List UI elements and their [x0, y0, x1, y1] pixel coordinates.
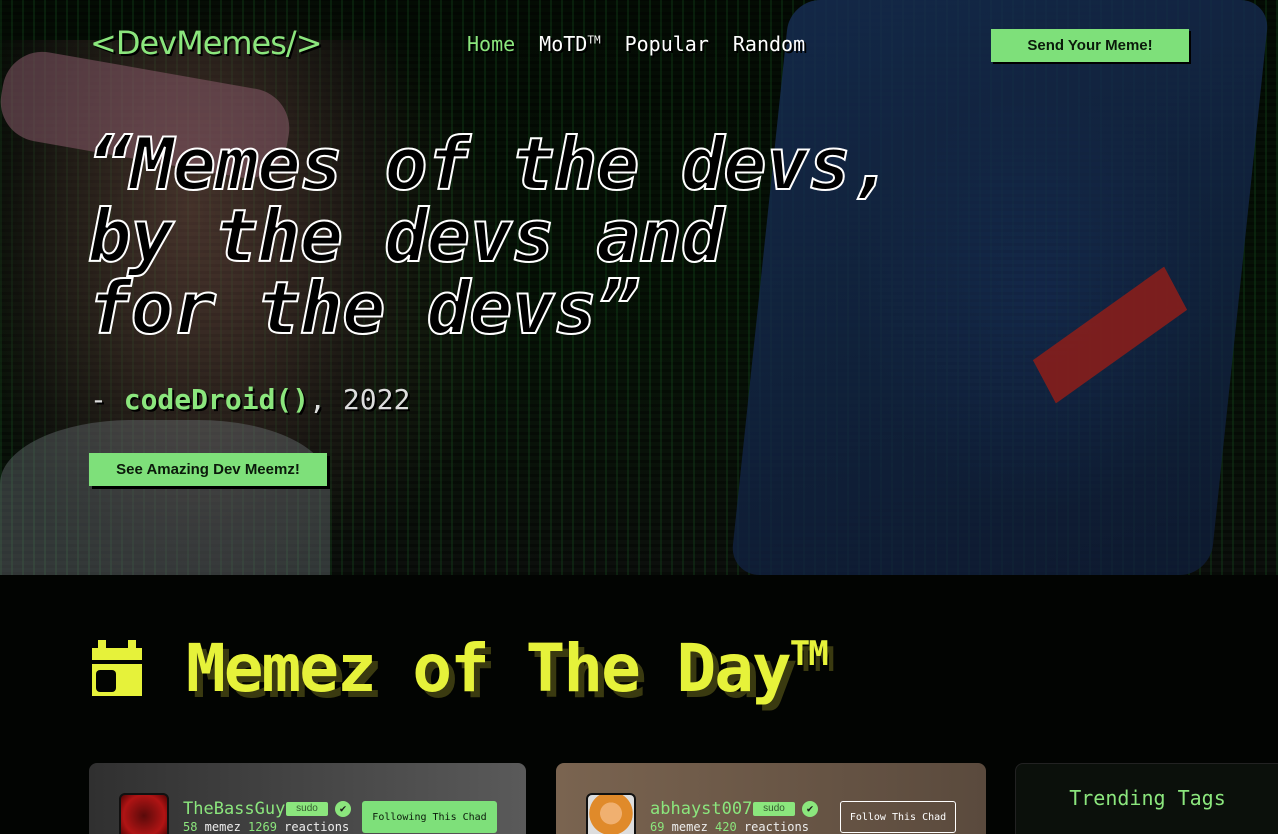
- card-username[interactable]: TheBassGuy: [183, 799, 285, 819]
- attribution-year: , 2022: [309, 383, 411, 416]
- sudo-badge: sudo: [753, 802, 795, 816]
- send-meme-button[interactable]: Send Your Meme!: [991, 29, 1189, 62]
- meme-card: TheBassGuy sudo ✔ 58 memez 1269 reaction…: [89, 763, 526, 834]
- card-stats: 69 memez 420 reactions: [650, 820, 809, 834]
- hero-quote: “Memes of the devs, by the devs and for …: [87, 122, 895, 350]
- quote-line: for the devs”: [87, 266, 641, 350]
- trending-tags-title: Trending Tags: [1069, 786, 1226, 810]
- calendar-icon: [92, 640, 142, 696]
- trending-tags-panel: Trending Tags: [1015, 763, 1278, 834]
- site-logo[interactable]: <DevMemes/>: [90, 24, 322, 62]
- verified-icon: ✔: [802, 801, 818, 817]
- follow-button[interactable]: Follow This Chad: [840, 801, 956, 833]
- avatar[interactable]: [119, 793, 169, 834]
- nav-home[interactable]: Home: [467, 32, 515, 56]
- avatar[interactable]: [586, 793, 636, 834]
- attribution-name: codeDroid(): [123, 383, 310, 416]
- motd-title: Memez of The DayTM: [186, 630, 829, 707]
- nav-motd[interactable]: MoTDTM: [539, 32, 600, 56]
- quote-attribution: - codeDroid(), 2022: [90, 383, 411, 416]
- follow-button[interactable]: Following This Chad: [362, 801, 497, 833]
- nav-random[interactable]: Random: [733, 32, 805, 56]
- main-nav: Home MoTDTM Popular Random: [467, 32, 805, 56]
- hero-section: <DevMemes/> Home MoTDTM Popular Random S…: [0, 0, 1278, 575]
- quote-line: by the devs and: [87, 194, 725, 278]
- meme-card: abhayst007 sudo ✔ 69 memez 420 reactions…: [556, 763, 986, 834]
- nav-popular[interactable]: Popular: [625, 32, 709, 56]
- verified-icon: ✔: [335, 801, 351, 817]
- quote-line: “Memes of the devs,: [87, 122, 895, 206]
- see-memes-button[interactable]: See Amazing Dev Meemz!: [89, 453, 327, 486]
- card-stats: 58 memez 1269 reactions: [183, 820, 350, 834]
- card-username[interactable]: abhayst007: [650, 799, 752, 819]
- sudo-badge: sudo: [286, 802, 328, 816]
